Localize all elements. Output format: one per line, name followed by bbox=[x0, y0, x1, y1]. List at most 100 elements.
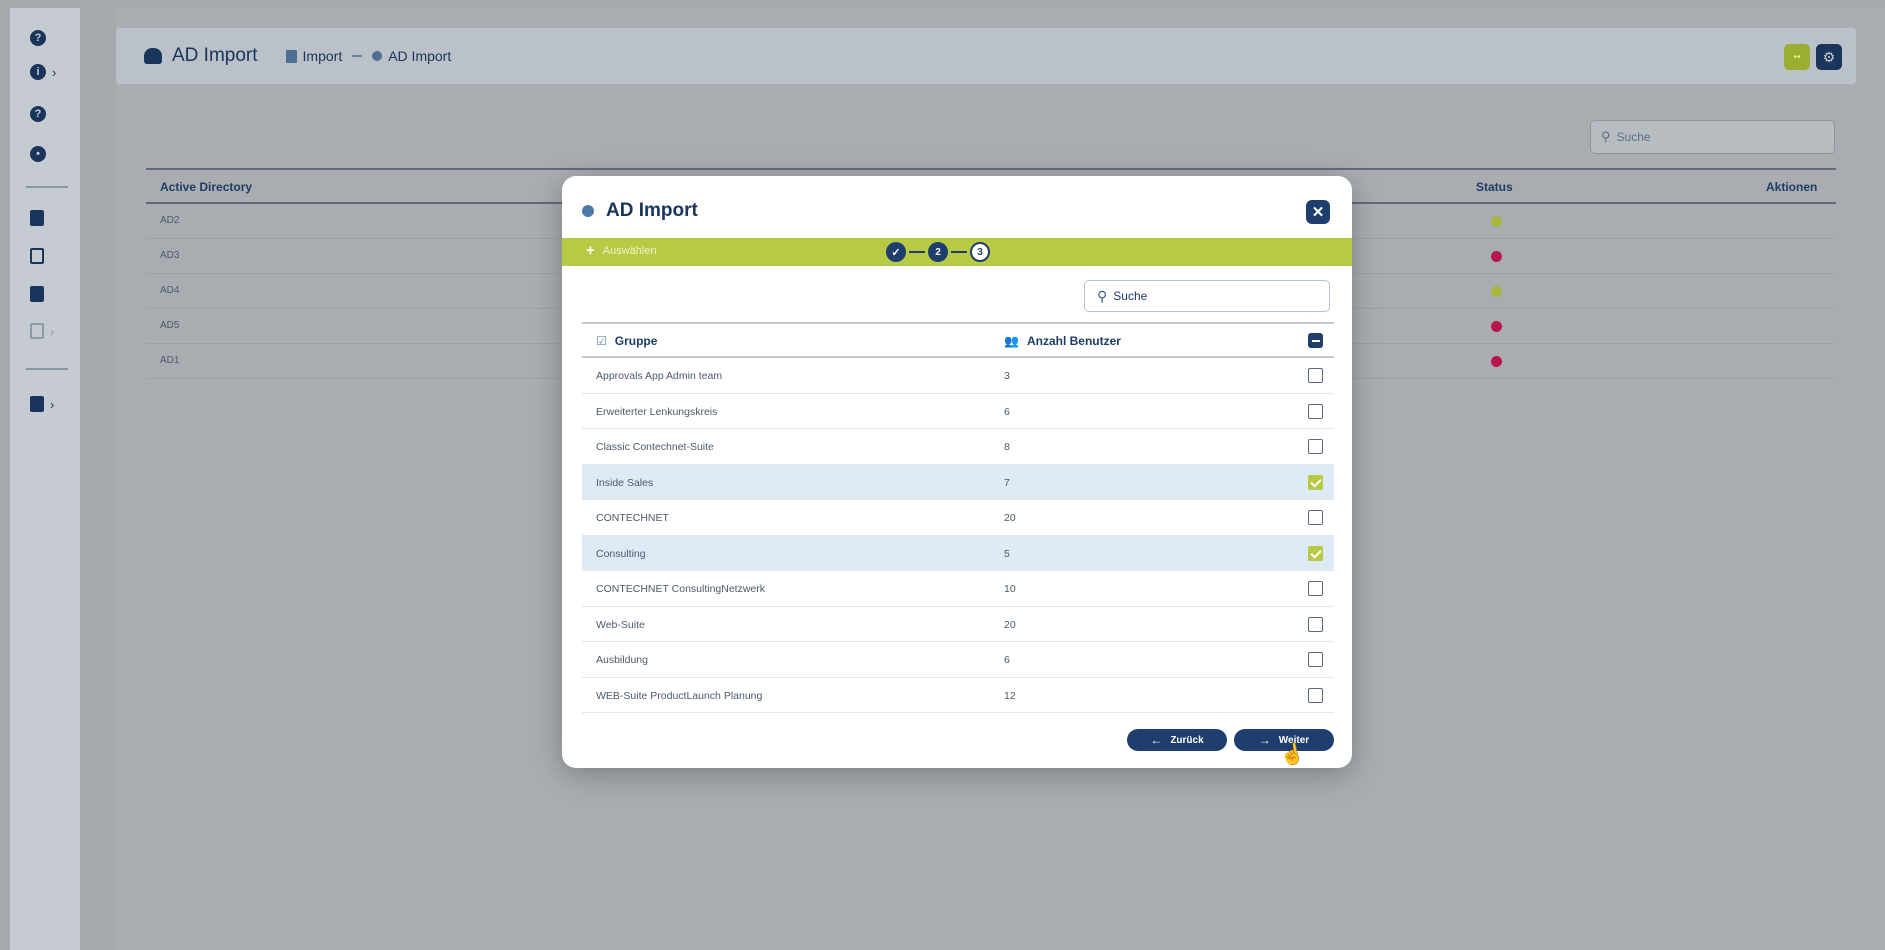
row-checkbox[interactable] bbox=[1308, 474, 1323, 490]
rail-document-button[interactable] bbox=[30, 286, 44, 302]
hand-cursor-icon: ☝ bbox=[1278, 741, 1307, 768]
rail-help-button-2[interactable]: ? bbox=[30, 106, 46, 122]
column-user-count[interactable]: 👥 Anzahl Benutzer bbox=[1004, 334, 1121, 348]
group-column-icon: ☑ bbox=[596, 334, 607, 348]
document-icon bbox=[30, 286, 44, 302]
ad-name: AD5 bbox=[160, 320, 180, 331]
status-dot bbox=[1491, 321, 1502, 332]
database-icon bbox=[582, 205, 594, 217]
settings-button[interactable]: ⚙ bbox=[1816, 44, 1842, 70]
group-name: Inside Sales bbox=[596, 476, 654, 489]
toggle-button[interactable]: •• bbox=[1784, 44, 1810, 70]
close-button[interactable]: ✕ bbox=[1306, 200, 1330, 224]
table-row[interactable]: CONTECHNET ConsultingNetzwerk 10 bbox=[582, 571, 1334, 607]
group-name: Consulting bbox=[596, 547, 646, 560]
search-icon: ⚲ bbox=[1097, 287, 1108, 304]
breadcrumb-ad-import[interactable]: AD Import bbox=[388, 48, 451, 64]
info-circle-icon: i bbox=[30, 64, 46, 80]
group-name: CONTECHNET bbox=[596, 512, 669, 524]
table-row[interactable]: Erweiterter Lenkungskreis 6 bbox=[582, 394, 1334, 429]
user-count: 12 bbox=[1004, 689, 1016, 702]
column-group[interactable]: ☑ Gruppe bbox=[596, 334, 657, 348]
database-icon bbox=[372, 51, 383, 61]
row-checkbox[interactable] bbox=[1308, 439, 1323, 454]
row-checkbox[interactable] bbox=[1308, 616, 1323, 632]
plus-icon: + bbox=[586, 242, 595, 259]
rail-divider bbox=[26, 186, 68, 188]
top-bar: AD Import Import AD Import •• ⚙ bbox=[116, 28, 1856, 84]
table-row[interactable]: Consulting 5 bbox=[582, 535, 1334, 571]
step-3-pending: 3 bbox=[970, 242, 990, 262]
help-circle-icon: ? bbox=[30, 30, 46, 46]
status-dot bbox=[1491, 216, 1502, 227]
arrow-left-icon: ← bbox=[1150, 733, 1163, 747]
row-checkbox[interactable] bbox=[1308, 510, 1323, 525]
row-checkbox[interactable] bbox=[1308, 687, 1323, 703]
status-dot bbox=[1491, 356, 1502, 367]
user-count: 7 bbox=[1004, 476, 1010, 489]
list-icon bbox=[30, 323, 44, 339]
row-checkbox[interactable] bbox=[1308, 403, 1323, 419]
rail-building-button[interactable] bbox=[30, 210, 44, 226]
table-row[interactable]: Web-Suite 20 bbox=[582, 607, 1334, 642]
user-count: 20 bbox=[1004, 618, 1016, 631]
rail-clock-button[interactable]: • bbox=[30, 146, 46, 162]
table-row[interactable]: Ausbildung 6 bbox=[582, 642, 1334, 678]
column-active-directory: Active Directory bbox=[160, 180, 253, 194]
group-name: Web-Suite bbox=[596, 618, 645, 631]
dialog-title: AD Import bbox=[606, 200, 698, 221]
table-row[interactable]: Inside Sales 7 bbox=[582, 464, 1334, 500]
calendar-icon bbox=[30, 248, 44, 264]
table-row[interactable]: WEB-Suite ProductLaunch Planung 12 bbox=[582, 678, 1334, 713]
row-checkbox[interactable] bbox=[1308, 581, 1323, 596]
step-label: + Auswählen bbox=[586, 242, 657, 259]
step-connector bbox=[909, 251, 925, 253]
group-name: CONTECHNET ConsultingNetzwerk bbox=[596, 583, 766, 595]
table-row[interactable]: Classic Contechnet-Suite 8 bbox=[582, 429, 1334, 465]
ad-name: AD4 bbox=[160, 285, 180, 296]
row-checkbox[interactable] bbox=[1308, 545, 1323, 561]
user-count: 6 bbox=[1004, 654, 1010, 666]
breadcrumb-import[interactable]: Import bbox=[303, 48, 343, 64]
dialog-header: AD Import bbox=[582, 200, 698, 222]
users-icon: 👥 bbox=[1004, 334, 1019, 348]
rail-list-button[interactable]: › bbox=[30, 323, 54, 339]
group-search-input[interactable] bbox=[1113, 289, 1304, 303]
step-label-text: Auswählen bbox=[602, 245, 657, 257]
column-status: Status bbox=[1476, 180, 1513, 194]
rail-calendar-button[interactable] bbox=[30, 248, 44, 264]
table-row[interactable]: CONTECHNET 20 bbox=[582, 500, 1334, 536]
rail-database-button[interactable]: › bbox=[30, 396, 54, 412]
chevron-right-icon: › bbox=[50, 396, 55, 412]
background-search-placeholder: Suche bbox=[1616, 130, 1651, 144]
column-group-label: Gruppe bbox=[614, 334, 658, 348]
database-icon bbox=[144, 48, 162, 64]
group-search-field[interactable]: ⚲ bbox=[1084, 280, 1330, 312]
group-table: ☑ Gruppe 👥 Anzahl Benutzer Approvals App… bbox=[582, 322, 1334, 713]
step-connector bbox=[951, 251, 967, 253]
rail-help-button[interactable]: ? bbox=[30, 30, 46, 46]
ad-name: AD3 bbox=[160, 250, 180, 261]
rail-divider bbox=[26, 368, 68, 370]
row-checkbox[interactable] bbox=[1308, 368, 1323, 383]
group-name: Erweiterter Lenkungskreis bbox=[596, 405, 718, 418]
ad-name: AD1 bbox=[160, 355, 180, 366]
back-button[interactable]: ← Zurück bbox=[1127, 729, 1227, 751]
background-search-input[interactable]: ⚲ Suche bbox=[1590, 120, 1835, 154]
table-row[interactable]: Approvals App Admin team 3 bbox=[582, 358, 1334, 394]
rail-info-button[interactable]: i › bbox=[30, 64, 56, 80]
user-count: 3 bbox=[1004, 370, 1010, 382]
chevron-right-icon: › bbox=[52, 64, 57, 80]
breadcrumb-separator bbox=[352, 55, 363, 57]
select-all-checkbox[interactable] bbox=[1308, 333, 1323, 348]
wizard-step-band: + Auswählen ✓ 2 3 bbox=[562, 238, 1352, 266]
step-1-done: ✓ bbox=[886, 242, 906, 262]
step-indicator: ✓ 2 3 bbox=[886, 242, 990, 262]
user-count: 10 bbox=[1004, 583, 1016, 595]
ad-import-dialog: AD Import ✕ + Auswählen ✓ 2 3 ⚲ ☑ Gruppe… bbox=[562, 176, 1352, 768]
ad-name: AD2 bbox=[160, 215, 180, 226]
group-name: Approvals App Admin team bbox=[596, 370, 723, 382]
row-checkbox[interactable] bbox=[1308, 652, 1323, 667]
document-icon bbox=[285, 49, 297, 63]
clock-icon: • bbox=[30, 146, 46, 162]
